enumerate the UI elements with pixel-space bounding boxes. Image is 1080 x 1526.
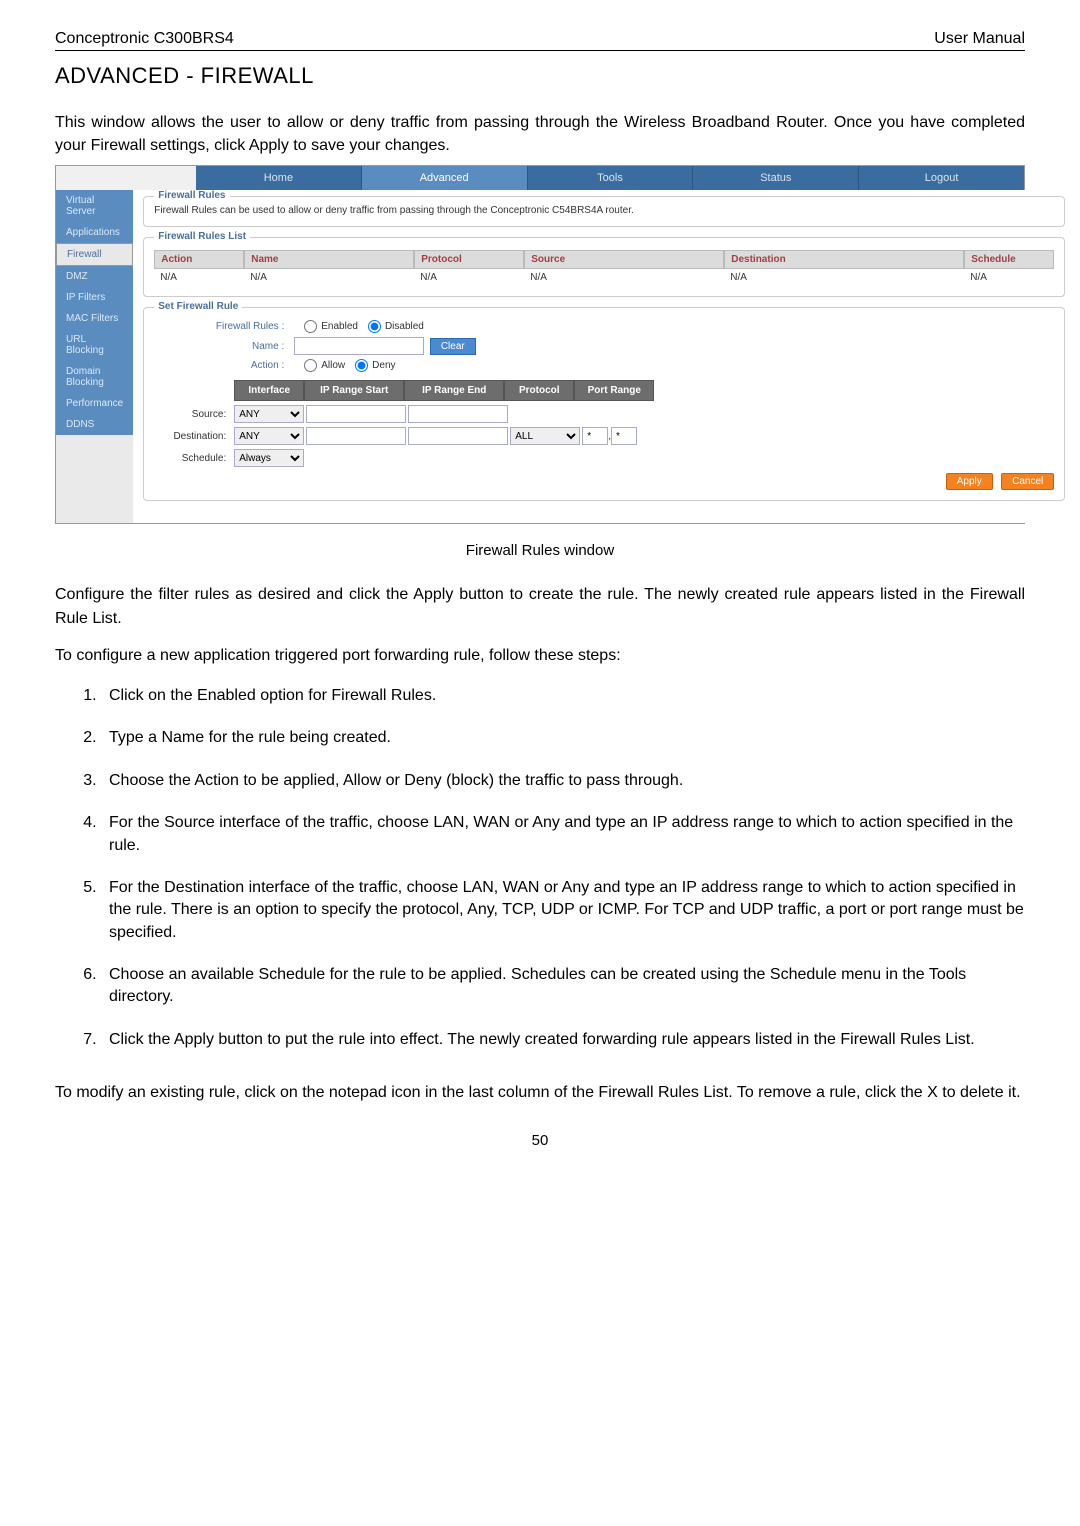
apply-button[interactable]: Apply [946, 473, 993, 490]
main-area: Firewall Rules Firewall Rules can be use… [133, 190, 1075, 523]
label-action: Action : [154, 360, 294, 371]
col-schedule: Schedule [964, 250, 1054, 269]
cancel-button[interactable]: Cancel [1001, 473, 1054, 490]
tab-home[interactable]: Home [196, 166, 362, 190]
figure-caption: Firewall Rules window [55, 542, 1025, 559]
rules-list-header: Action Name Protocol Source Destination … [154, 250, 1054, 269]
dest-interface-select[interactable]: ANY [234, 427, 304, 445]
page-header: Conceptronic C300BRS4 User Manual [55, 30, 1025, 51]
step-2: Type a Name for the rule being created. [101, 727, 1025, 749]
h-ip-end: IP Range End [404, 380, 504, 401]
sidebar-item-ddns[interactable]: DDNS [56, 414, 133, 435]
sidebar: Virtual Server Applications Firewall DMZ… [56, 190, 133, 523]
label-firewall-rules: Firewall Rules : [154, 321, 294, 332]
tab-status[interactable]: Status [693, 166, 859, 190]
body-paragraph-2: To configure a new application triggered… [55, 644, 1025, 667]
h-ip-start: IP Range Start [304, 380, 404, 401]
source-ip-start[interactable] [306, 405, 406, 423]
step-3: Choose the Action to be applied, Allow o… [101, 770, 1025, 792]
interface-table: Interface IP Range Start IP Range End Pr… [154, 380, 1054, 467]
cell-action: N/A [154, 269, 244, 286]
label-schedule-row: Schedule: [154, 453, 234, 464]
sidebar-item-firewall[interactable]: Firewall [56, 243, 133, 266]
intro-paragraph: This window allows the user to allow or … [55, 111, 1025, 157]
router-ui-panel: Home Advanced Tools Status Logout Virtua… [55, 165, 1025, 524]
doc-type: User Manual [934, 30, 1025, 48]
dest-port-start[interactable] [582, 427, 608, 445]
col-destination: Destination [724, 250, 964, 269]
col-source: Source [524, 250, 724, 269]
col-action: Action [154, 250, 244, 269]
schedule-select[interactable]: Always [234, 449, 304, 467]
dest-port-end[interactable] [611, 427, 637, 445]
step-7: Click the Apply button to put the rule i… [101, 1029, 1025, 1051]
radio-deny[interactable] [355, 359, 368, 372]
firewall-rules-desc-fieldset: Firewall Rules Firewall Rules can be use… [143, 196, 1065, 227]
cell-destination: N/A [724, 269, 964, 286]
sidebar-item-ip-filters[interactable]: IP Filters [56, 287, 133, 308]
step-1: Click on the Enabled option for Firewall… [101, 685, 1025, 707]
sidebar-item-dmz[interactable]: DMZ [56, 266, 133, 287]
source-ip-end[interactable] [408, 405, 508, 423]
label-source-row: Source: [154, 409, 234, 420]
sidebar-item-applications[interactable]: Applications [56, 222, 133, 243]
cell-protocol: N/A [414, 269, 524, 286]
tab-tools[interactable]: Tools [528, 166, 694, 190]
h-port-range: Port Range [574, 380, 654, 401]
sidebar-item-mac-filters[interactable]: MAC Filters [56, 308, 133, 329]
tab-side-spacer [56, 166, 196, 190]
firewall-rules-legend: Firewall Rules [154, 190, 229, 201]
source-interface-select[interactable]: ANY [234, 405, 304, 423]
sidebar-item-url-blocking[interactable]: URL Blocking [56, 329, 133, 361]
step-6: Choose an available Schedule for the rul… [101, 964, 1025, 1009]
step-4: For the Source interface of the traffic,… [101, 812, 1025, 857]
product-name: Conceptronic C300BRS4 [55, 30, 234, 48]
clear-button[interactable]: Clear [430, 338, 476, 355]
label-deny: Deny [372, 360, 395, 371]
label-enabled: Enabled [321, 321, 358, 332]
label-destination-row: Destination: [154, 431, 234, 442]
dest-protocol-select[interactable]: ALL [510, 427, 580, 445]
h-interface: Interface [234, 380, 304, 401]
dest-ip-start[interactable] [306, 427, 406, 445]
sidebar-item-virtual-server[interactable]: Virtual Server [56, 190, 133, 222]
cell-name: N/A [244, 269, 414, 286]
step-5: For the Destination interface of the tra… [101, 877, 1025, 944]
steps-list: Click on the Enabled option for Firewall… [101, 685, 1025, 1051]
radio-enabled[interactable] [304, 320, 317, 333]
radio-disabled[interactable] [368, 320, 381, 333]
footer-paragraph: To modify an existing rule, click on the… [55, 1081, 1025, 1104]
label-disabled: Disabled [385, 321, 424, 332]
dest-ip-end[interactable] [408, 427, 508, 445]
spacer [154, 380, 234, 401]
firewall-rules-desc-text: Firewall Rules can be used to allow or d… [154, 205, 1054, 216]
set-firewall-rule-fieldset: Set Firewall Rule Firewall Rules : Enabl… [143, 307, 1065, 501]
rules-list-row: N/A N/A N/A N/A N/A N/A [154, 269, 1054, 286]
radio-allow[interactable] [304, 359, 317, 372]
tab-advanced[interactable]: Advanced [362, 166, 528, 190]
label-allow: Allow [321, 360, 345, 371]
page-number: 50 [55, 1132, 1025, 1149]
col-name: Name [244, 250, 414, 269]
set-firewall-rule-legend: Set Firewall Rule [154, 301, 242, 312]
cell-schedule: N/A [964, 269, 1054, 286]
cell-source: N/A [524, 269, 724, 286]
tab-logout[interactable]: Logout [859, 166, 1024, 190]
top-tab-bar: Home Advanced Tools Status Logout [56, 166, 1024, 190]
name-input[interactable] [294, 337, 424, 355]
sidebar-item-performance[interactable]: Performance [56, 393, 133, 414]
h-protocol: Protocol [504, 380, 574, 401]
section-title: ADVANCED - FIREWALL [55, 63, 1025, 89]
firewall-rules-list-legend: Firewall Rules List [154, 231, 250, 242]
body-paragraph-1: Configure the filter rules as desired an… [55, 583, 1025, 629]
firewall-rules-list-fieldset: Firewall Rules List Action Name Protocol… [143, 237, 1065, 297]
label-name: Name : [154, 341, 294, 352]
col-protocol: Protocol [414, 250, 524, 269]
sidebar-item-domain-blocking[interactable]: Domain Blocking [56, 361, 133, 393]
